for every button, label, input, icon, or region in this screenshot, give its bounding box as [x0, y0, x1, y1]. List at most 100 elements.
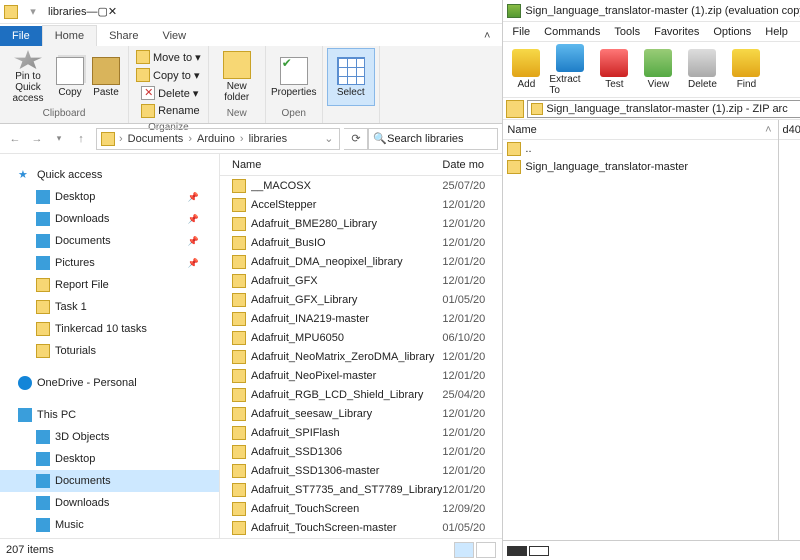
file-row[interactable]: Adafruit_BusIO12/01/20 [220, 233, 502, 252]
delete-button[interactable]: Delete ▾ [138, 84, 201, 102]
add-button[interactable]: Add [505, 49, 547, 90]
file-row[interactable]: Adafruit_INA219-master12/01/20 [220, 309, 502, 328]
back-button[interactable]: ← [4, 128, 26, 150]
nav-onedrive[interactable]: OneDrive - Personal [0, 372, 219, 394]
extract-button[interactable]: Extract To [549, 44, 591, 96]
file-row[interactable]: Adafruit_SSD130612/01/20 [220, 442, 502, 461]
col-name[interactable]: Name˄ [503, 120, 777, 140]
menu-file[interactable]: File [505, 26, 537, 38]
file-row[interactable]: Adafruit_DMA_neopixel_library12/01/20 [220, 252, 502, 271]
forward-button[interactable]: → [26, 128, 48, 150]
moveto-button[interactable]: Move to ▾ [133, 48, 204, 66]
pin-button[interactable]: Pin to Quick access [4, 48, 52, 106]
tab-home[interactable]: Home [42, 25, 97, 46]
menu-commands[interactable]: Commands [537, 26, 607, 38]
onedrive-icon [18, 376, 32, 390]
navigation-pane[interactable]: ★Quick access Desktop📌Downloads📌Document… [0, 154, 220, 538]
rename-button[interactable]: Rename [138, 102, 203, 120]
nav-item[interactable]: Music [0, 514, 219, 536]
minimize-button[interactable]: — [87, 6, 98, 18]
nav-item[interactable]: Toturials [0, 340, 219, 362]
file-row[interactable]: AccelStepper12/01/20 [220, 195, 502, 214]
nav-item[interactable]: Desktop [0, 448, 219, 470]
col-right[interactable]: d40 [779, 120, 800, 140]
nav-item[interactable]: Downloads [0, 492, 219, 514]
nav-item[interactable]: 3D Objects [0, 426, 219, 448]
file-row[interactable]: Adafruit_ST7735_and_ST7789_Library12/01/… [220, 480, 502, 499]
select-button[interactable]: Select [327, 48, 375, 106]
menu-help[interactable]: Help [758, 26, 795, 38]
nav-item[interactable]: Documents📌 [0, 230, 219, 252]
paste-button[interactable]: Paste [88, 48, 124, 106]
winrar-icon [507, 4, 521, 18]
file-row[interactable]: Adafruit_SSD1306-master12/01/20 [220, 461, 502, 480]
file-row[interactable]: Adafruit_seesaw_Library12/01/20 [220, 404, 502, 423]
folder-icon [232, 293, 246, 307]
up-icon[interactable] [506, 100, 524, 118]
view-large-button[interactable] [476, 542, 496, 558]
nav-item[interactable]: Downloads📌 [0, 208, 219, 230]
ribbon-collapse[interactable]: ˄ [472, 26, 502, 46]
history-button[interactable]: ▾ [48, 128, 70, 150]
file-row[interactable]: Adafruit_TouchScreen12/09/20 [220, 499, 502, 518]
nav-item[interactable]: Pictures [0, 536, 219, 538]
status-indicator [529, 546, 549, 556]
file-row[interactable]: Adafruit_RGB_LCD_Shield_Library25/04/20 [220, 385, 502, 404]
winrar-status [503, 540, 800, 560]
nav-icon [36, 322, 50, 336]
find-button[interactable]: Find [725, 49, 767, 90]
nav-item[interactable]: Tinkercad 10 tasks [0, 318, 219, 340]
nav-item[interactable]: Report File [0, 274, 219, 296]
file-row[interactable]: Adafruit_NeoPixel-master12/01/20 [220, 366, 502, 385]
delete-button[interactable]: Delete [681, 49, 723, 90]
view-button[interactable]: View [637, 49, 679, 90]
view-details-button[interactable] [454, 542, 474, 558]
file-row[interactable]: Adafruit_BME280_Library12/01/20 [220, 214, 502, 233]
ribbon: Pin to Quick access Copy Paste Clipboard… [0, 46, 502, 124]
newfolder-button[interactable]: New folder [213, 48, 261, 106]
file-rows[interactable]: __MACOSX25/07/20AccelStepper12/01/20Adaf… [220, 176, 502, 538]
nav-icon [36, 234, 50, 248]
pin-icon: 📌 [188, 258, 199, 269]
file-row[interactable]: Adafruit_SPIFlash12/01/20 [220, 423, 502, 442]
pin-icon: 📌 [188, 236, 199, 247]
nav-item[interactable]: Task 1 [0, 296, 219, 318]
nav-thispc[interactable]: This PC [0, 404, 219, 426]
nav-item[interactable]: Pictures📌 [0, 252, 219, 274]
nav-item[interactable]: Desktop📌 [0, 186, 219, 208]
star-icon: ★ [18, 168, 32, 182]
menu-options[interactable]: Options [706, 26, 758, 38]
winrar-right-pane[interactable]: d40 [779, 120, 800, 540]
winrar-left-pane[interactable]: Name˄ .. Sign_language_translator-master [503, 120, 778, 540]
menu-favorites[interactable]: Favorites [647, 26, 706, 38]
test-button[interactable]: Test [593, 49, 635, 90]
tab-share[interactable]: Share [97, 26, 150, 46]
tab-view[interactable]: View [150, 26, 198, 46]
up-button[interactable]: ↑ [70, 128, 92, 150]
copy-button[interactable]: Copy [52, 48, 88, 106]
row-updir[interactable]: .. [503, 140, 777, 158]
maximize-button[interactable]: ▢ [98, 5, 108, 18]
file-row[interactable]: Adafruit_GFX_Library01/05/20 [220, 290, 502, 309]
nav-icon [36, 212, 50, 226]
file-row[interactable]: Adafruit_GFX12/01/20 [220, 271, 502, 290]
nav-quick-access[interactable]: ★Quick access [0, 164, 219, 186]
copyto-button[interactable]: Copy to ▾ [133, 66, 203, 84]
file-row[interactable]: Adafruit_TouchScreen-master01/05/20 [220, 518, 502, 537]
column-headers[interactable]: Name Date mo [220, 154, 502, 176]
qat-menu[interactable]: ▾ [24, 3, 42, 21]
row-folder[interactable]: Sign_language_translator-master [503, 158, 777, 176]
tab-file[interactable]: File [0, 26, 42, 46]
path-box[interactable]: Sign_language_translator-master (1).zip … [527, 100, 800, 118]
close-button[interactable]: ✕ [108, 5, 117, 18]
refresh-button[interactable]: ⟳ [344, 128, 368, 150]
menu-tools[interactable]: Tools [607, 26, 647, 38]
file-row[interactable]: Adafruit_NeoMatrix_ZeroDMA_library12/01/… [220, 347, 502, 366]
file-row[interactable]: __MACOSX25/07/20 [220, 176, 502, 195]
nav-item[interactable]: Documents [0, 470, 219, 492]
breadcrumb[interactable]: › Documents› Arduino› libraries ⌄ [96, 128, 340, 150]
file-row[interactable]: Adafruit_MPU605006/10/20 [220, 328, 502, 347]
file-list: Name Date mo __MACOSX25/07/20AccelSteppe… [220, 154, 502, 538]
search-input[interactable]: 🔍 Search libraries [368, 128, 498, 150]
properties-button[interactable]: Properties [270, 48, 318, 106]
